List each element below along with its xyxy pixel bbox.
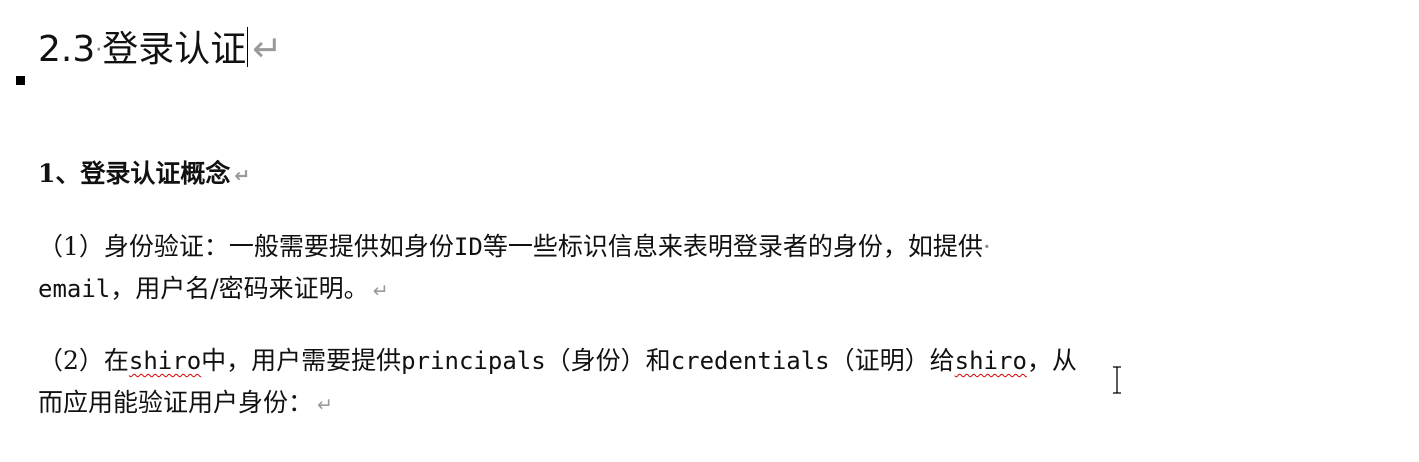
- text-run: （证明）给: [829, 346, 955, 375]
- misspelled-word[interactable]: shiro: [129, 347, 201, 375]
- paragraph-line-1: （2）在shiro中，用户需要提供principals（身份）和credenti…: [38, 340, 1378, 382]
- text-run-latin: ID: [453, 233, 483, 261]
- paragraph-mark-icon: ↵: [252, 29, 283, 70]
- text-run: ，用户名/密码来证明。: [110, 274, 369, 303]
- heading-number: 2.3: [38, 29, 96, 70]
- misspelled-word[interactable]: shiro: [955, 347, 1027, 375]
- text-run: （身份）和: [545, 346, 671, 375]
- text-run: 中，用户需要提供: [201, 346, 402, 375]
- text-run: ，从: [1026, 346, 1077, 375]
- ibeam-cursor-icon: [1113, 366, 1121, 394]
- text-run: 等一些标识信息来表明登录者的身份，如提供: [482, 232, 983, 261]
- space-mark: ·: [982, 232, 991, 261]
- heading-anchor-marker[interactable]: [16, 76, 25, 85]
- text-run-latin: principals: [401, 347, 546, 375]
- text-run: （2）在: [38, 346, 129, 375]
- paragraph-shiro-principals[interactable]: （2）在shiro中，用户需要提供principals（身份）和credenti…: [38, 340, 1378, 426]
- paragraph-line-2: 而应用能验证用户身份： ↵: [38, 382, 1378, 426]
- text-run-latin: credentials: [670, 347, 830, 375]
- heading-level-2[interactable]: 2.3·登录认证 ↵: [38, 26, 282, 75]
- section-title: 1、登录认证概念: [38, 159, 231, 188]
- paragraph-mark-icon: ↵: [372, 280, 389, 302]
- heading-title: 登录认证: [102, 29, 247, 70]
- text-run: （1）身份验证：一般需要提供如身份: [38, 232, 454, 261]
- paragraph-line-2: email，用户名/密码来证明。 ↵: [38, 268, 1378, 312]
- text-cursor: [247, 27, 249, 67]
- document-page[interactable]: 2.3·登录认证 ↵ 1、登录认证概念 ↵ （1）身份验证：一般需要提供如身份ID等…: [0, 0, 1419, 462]
- paragraph-mark-icon: ↵: [317, 394, 333, 416]
- paragraph-mark-icon: ↵: [234, 165, 251, 187]
- text-run-latin: email: [38, 275, 111, 303]
- text-run: 而应用能验证用户身份：: [38, 388, 314, 417]
- section-heading[interactable]: 1、登录认证概念 ↵: [38, 156, 250, 194]
- paragraph-identity-verification[interactable]: （1）身份验证：一般需要提供如身份ID等一些标识信息来表明登录者的身份，如提供·…: [38, 226, 1378, 312]
- paragraph-line-1: （1）身份验证：一般需要提供如身份ID等一些标识信息来表明登录者的身份，如提供·: [38, 226, 1378, 268]
